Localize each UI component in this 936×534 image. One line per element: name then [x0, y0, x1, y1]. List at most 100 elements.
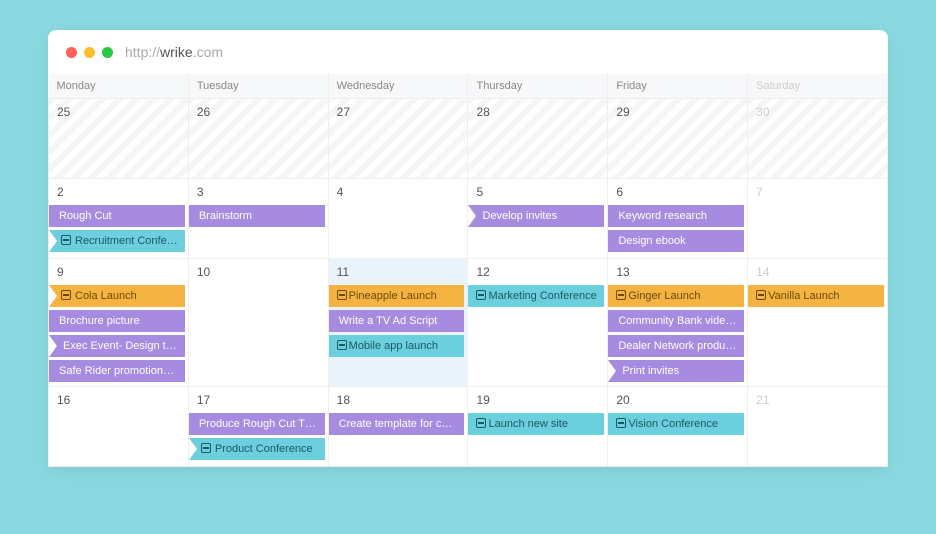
- event-label: Vanilla Launch: [768, 290, 839, 302]
- event-icon: [61, 290, 71, 300]
- calendar-cell[interactable]: 11Pineapple Launch Write a TV Ad Script Mo…: [328, 259, 468, 387]
- day-number: 25: [57, 105, 70, 119]
- event-label: Cola Launch: [75, 290, 137, 302]
- calendar-event[interactable]: Print invites: [608, 360, 744, 382]
- calendar-cell[interactable]: 6 Keyword research Design ebook: [608, 179, 748, 259]
- calendar-event[interactable]: Write a TV Ad Script: [329, 310, 465, 332]
- calendar-cell[interactable]: 13Ginger LaunchCommunity Bank video shor…: [608, 259, 748, 387]
- day-number: 26: [197, 105, 210, 119]
- calendar-event[interactable]: Vision Conference: [608, 413, 744, 435]
- window-controls: [66, 47, 113, 58]
- day-number: 14: [756, 265, 769, 279]
- url-bar[interactable]: http://wrike.com: [125, 44, 223, 60]
- calendar-cell[interactable]: 18 Create template for custo...: [328, 387, 468, 467]
- calendar-cell[interactable]: 2 Rough Cut Recruitment Conferen...: [49, 179, 189, 259]
- event-label: Recruitment Conferen...: [75, 235, 185, 247]
- event-label: Mobile app launch: [349, 340, 438, 352]
- day-number: 30: [756, 105, 769, 119]
- day-header: Saturday: [748, 74, 888, 99]
- calendar-event[interactable]: Rough Cut: [49, 205, 185, 227]
- calendar-event[interactable]: Brainstorm: [189, 205, 325, 227]
- calendar-cell[interactable]: 14 Vanilla Launch: [748, 259, 888, 387]
- calendar-cell[interactable]: 16: [49, 387, 189, 467]
- url-prefix: http://: [125, 44, 160, 60]
- calendar-cell[interactable]: 20 Vision Conference: [608, 387, 748, 467]
- calendar-cell[interactable]: 21: [748, 387, 888, 467]
- titlebar: http://wrike.com: [48, 30, 888, 74]
- event-label: Develop invites: [482, 210, 557, 222]
- day-number: 7: [756, 185, 763, 199]
- calendar-cell[interactable]: 19Launch new site: [468, 387, 608, 467]
- event-icon: [337, 340, 347, 350]
- calendar-event[interactable]: Exec Event- Design the In...: [49, 335, 185, 357]
- day-number: 12: [476, 265, 489, 279]
- event-label: Keyword research: [618, 210, 707, 222]
- calendar-cell[interactable]: 17 Produce Rough Cut TV Ad Product Confere…: [188, 387, 328, 467]
- calendar-cell[interactable]: 10: [188, 259, 328, 387]
- day-number: 4: [337, 185, 344, 199]
- event-label: Pineapple Launch: [349, 290, 437, 302]
- calendar-event[interactable]: Brochure picture: [49, 310, 185, 332]
- event-icon: [61, 235, 71, 245]
- day-header: Monday: [49, 74, 189, 99]
- calendar-event[interactable]: Safe Rider promotional gra...: [49, 360, 185, 382]
- event-label: Launch new site: [488, 418, 568, 430]
- event-icon: [616, 290, 626, 300]
- calendar-cell[interactable]: 4: [328, 179, 468, 259]
- calendar-event[interactable]: Product Conference: [189, 438, 325, 460]
- day-number: 18: [337, 393, 350, 407]
- url-domain: wrike: [160, 44, 193, 60]
- calendar-event[interactable]: Produce Rough Cut TV Ad: [189, 413, 325, 435]
- event-label: Brainstorm: [199, 210, 252, 222]
- day-number: 27: [337, 105, 350, 119]
- maximize-icon[interactable]: [102, 47, 113, 58]
- event-label: Create template for custo...: [339, 418, 465, 430]
- calendar-cell[interactable]: 3 Brainstorm: [188, 179, 328, 259]
- event-label: Design ebook: [618, 235, 685, 247]
- calendar-cell[interactable]: 5Develop invites: [468, 179, 608, 259]
- calendar-event[interactable]: Create template for custo...: [329, 413, 465, 435]
- calendar-cell[interactable]: 25: [49, 99, 189, 179]
- calendar-event[interactable]: Recruitment Conferen...: [49, 230, 185, 252]
- calendar-cell[interactable]: 26: [188, 99, 328, 179]
- calendar-event[interactable]: Launch new site: [468, 413, 604, 435]
- day-header: Tuesday: [188, 74, 328, 99]
- calendar-event[interactable]: Community Bank video short: [608, 310, 744, 332]
- event-label: Safe Rider promotional gra...: [59, 365, 185, 377]
- calendar-cell[interactable]: 12 Marketing Conference: [468, 259, 608, 387]
- calendar-cell[interactable]: 30: [748, 99, 888, 179]
- calendar-event[interactable]: Pineapple Launch: [329, 285, 465, 307]
- calendar-cell[interactable]: 29: [608, 99, 748, 179]
- calendar-event[interactable]: Develop invites: [468, 205, 604, 227]
- day-number: 2: [57, 185, 64, 199]
- day-header: Friday: [608, 74, 748, 99]
- calendar-event[interactable]: Ginger Launch: [608, 285, 744, 307]
- calendar-cell[interactable]: 27: [328, 99, 468, 179]
- day-number: 20: [616, 393, 629, 407]
- day-number: 17: [197, 393, 210, 407]
- calendar-event[interactable]: Cola Launch: [49, 285, 185, 307]
- event-icon: [476, 418, 486, 428]
- calendar-event[interactable]: Keyword research: [608, 205, 744, 227]
- event-label: Write a TV Ad Script: [339, 315, 438, 327]
- calendar-cell[interactable]: 7: [748, 179, 888, 259]
- calendar-event[interactable]: Marketing Conference: [468, 285, 604, 307]
- day-number: 9: [57, 265, 64, 279]
- calendar-event[interactable]: Vanilla Launch: [748, 285, 884, 307]
- calendar-cell[interactable]: 28: [468, 99, 608, 179]
- event-label: Dealer Network product ca...: [618, 340, 744, 352]
- calendar-event[interactable]: Design ebook: [608, 230, 744, 252]
- event-label: Exec Event- Design the In...: [63, 340, 185, 352]
- calendar-cell[interactable]: 9 Cola Launch Brochure picture Exec Event- …: [49, 259, 189, 387]
- close-icon[interactable]: [66, 47, 77, 58]
- calendar-grid: MondayTuesdayWednesdayThursdayFridaySatu…: [48, 74, 888, 467]
- day-number: 11: [337, 265, 349, 279]
- event-icon: [616, 418, 626, 428]
- calendar-event[interactable]: Mobile app launch: [329, 335, 465, 357]
- day-number: 6: [616, 185, 623, 199]
- calendar-event[interactable]: Dealer Network product ca...: [608, 335, 744, 357]
- minimize-icon[interactable]: [84, 47, 95, 58]
- day-header: Wednesday: [328, 74, 468, 99]
- event-label: Ginger Launch: [628, 290, 700, 302]
- day-number: 3: [197, 185, 204, 199]
